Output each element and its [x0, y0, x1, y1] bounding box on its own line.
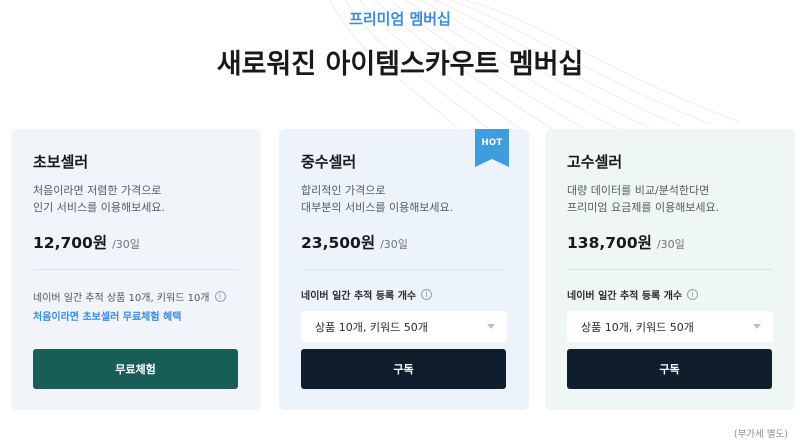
price-row: 12,700원 /30일: [33, 231, 239, 253]
plan-description: 대량 데이터를 비교/분석한다면 프리미엄 요금제를 이용해보세요.: [567, 182, 773, 216]
divider: [33, 269, 239, 270]
info-icon[interactable]: i: [421, 288, 433, 300]
plan-description: 처음이라면 저렴한 가격으로 인기 서비스를 이용해보세요.: [33, 182, 239, 216]
page-title: 새로워진 아이템스카우트 멤버십: [216, 49, 584, 80]
feature-label: 네이버 일간 추적 등록 개수 i: [567, 287, 773, 302]
plan-name: 고수셀러: [567, 153, 623, 171]
plan-desc-line: 대량 데이터를 비교/분석한다면: [567, 184, 710, 197]
free-trial-button[interactable]: 무료체험: [33, 349, 238, 389]
plan-price: 23,500원: [301, 234, 376, 252]
feature-line: 네이버 일간 추적 상품 10개, 키워드 10개 i: [33, 289, 239, 304]
membership-page: 프리미엄 멤버십 새로워진 아이템스카우트 멤버십 초보셀러 처음이라면 저렴한…: [0, 0, 800, 442]
select-value: 상품 10개, 키워드 50개: [315, 320, 428, 334]
hot-ribbon-icon: [475, 129, 509, 167]
divider: [301, 269, 507, 270]
info-icon[interactable]: i: [214, 290, 226, 302]
subscribe-button[interactable]: 구독: [567, 349, 772, 389]
plan-price: 138,700원: [567, 234, 652, 252]
feature-label-text: 네이버 일간 추적 등록 개수: [567, 290, 683, 302]
plan-desc-line: 합리적인 가격으로: [301, 184, 386, 197]
plan-name: 초보셀러: [33, 153, 89, 171]
subscribe-button[interactable]: 구독: [301, 349, 506, 389]
plan-card-beginner: 초보셀러 처음이라면 저렴한 가격으로 인기 서비스를 이용해보세요. 12,7…: [11, 129, 261, 410]
plan-card-expert: 고수셀러 대량 데이터를 비교/분석한다면 프리미엄 요금제를 이용해보세요. …: [545, 129, 795, 410]
plan-period: /30일: [112, 238, 140, 251]
plan-period: /30일: [380, 238, 408, 251]
tracking-count-select[interactable]: 상품 10개, 키워드 50개: [301, 311, 507, 342]
divider: [567, 269, 773, 270]
feature-label-text: 네이버 일간 추적 등록 개수: [301, 290, 417, 302]
plan-price: 12,700원: [33, 234, 108, 252]
feature-label: 네이버 일간 추적 등록 개수 i: [301, 287, 507, 302]
select-value: 상품 10개, 키워드 50개: [581, 320, 694, 334]
vat-note: (부가세 별도): [733, 429, 788, 440]
price-row: 138,700원 /30일: [567, 231, 773, 253]
plan-desc-line: 처음이라면 저렴한 가격으로: [33, 184, 162, 197]
plan-desc-line: 프리미엄 요금제를 이용해보세요.: [567, 201, 720, 214]
plan-desc-line: 대부분의 서비스를 이용해보세요.: [301, 201, 454, 214]
section-eyebrow: 프리미엄 멤버십: [349, 10, 451, 28]
hot-badge-label: HOT: [481, 138, 503, 148]
chevron-down-icon: [753, 324, 761, 329]
plan-card-intermediate: HOT 중수셀러 합리적인 가격으로 대부분의 서비스를 이용해보세요. 23,…: [279, 129, 529, 410]
info-icon[interactable]: i: [687, 288, 699, 300]
plan-period: /30일: [656, 238, 685, 251]
free-trial-promo-link[interactable]: 처음이라면 초보셀러 무료체험 혜택: [33, 308, 239, 323]
plan-description: 합리적인 가격으로 대부분의 서비스를 이용해보세요.: [301, 182, 507, 216]
chevron-down-icon: [487, 324, 495, 329]
price-row: 23,500원 /30일: [301, 231, 507, 253]
plan-desc-line: 인기 서비스를 이용해보세요.: [33, 201, 165, 214]
tracking-count-select[interactable]: 상품 10개, 키워드 50개: [567, 311, 773, 342]
feature-text: 네이버 일간 추적 상품 10개, 키워드 10개: [33, 292, 210, 304]
